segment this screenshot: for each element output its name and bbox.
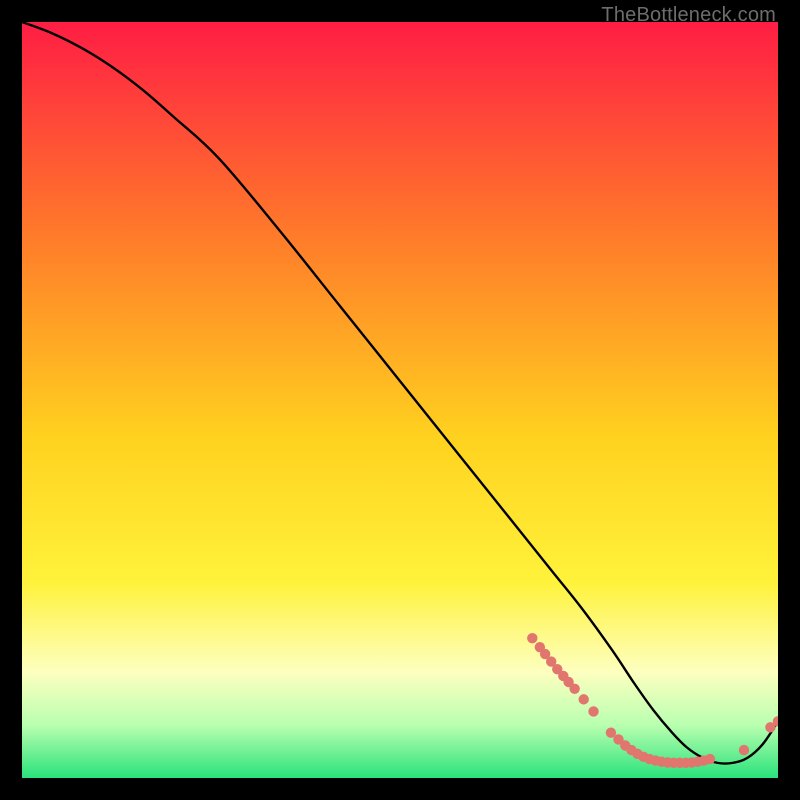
data-point — [579, 694, 589, 704]
data-point — [527, 633, 537, 643]
curve-layer — [22, 22, 778, 778]
data-point — [705, 754, 715, 764]
curve-markers — [527, 633, 778, 768]
bottleneck-curve — [22, 22, 778, 764]
data-point — [569, 684, 579, 694]
chart-container: TheBottleneck.com — [0, 0, 800, 800]
plot-area — [22, 22, 778, 778]
data-point — [588, 706, 598, 716]
data-point — [739, 745, 749, 755]
